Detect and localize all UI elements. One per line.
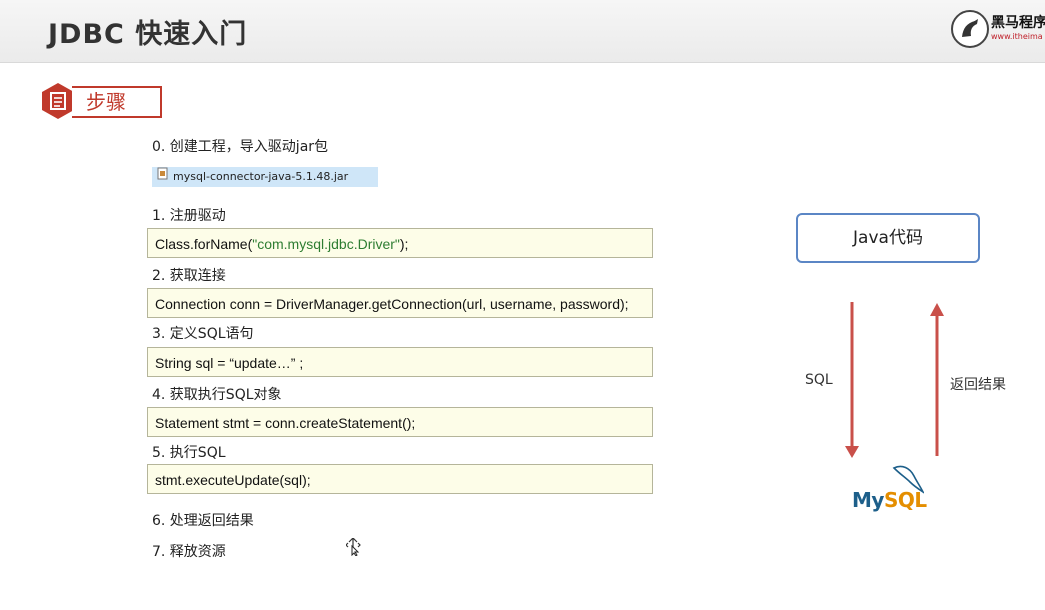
code-execute: stmt.executeUpdate(sql);: [147, 464, 653, 494]
code-register-string: "com.mysql.jdbc.Driver": [252, 236, 400, 252]
slide-header: JDBC 快速入门 黑马程序 www.itheima: [0, 0, 1045, 63]
java-code-box: Java代码: [796, 213, 980, 263]
code-register-suffix: );: [399, 236, 409, 252]
step-3: 3. 定义SQL语句: [152, 326, 254, 342]
result-arrow-label: 返回结果: [950, 377, 1006, 393]
document-icon: [42, 83, 74, 119]
step-7: 7. 释放资源: [152, 544, 226, 560]
code-register-driver: Class.forName("com.mysql.jdbc.Driver");: [147, 228, 653, 258]
brand-url: www.itheima: [991, 32, 1043, 41]
result-up-arrow: [930, 303, 944, 456]
step-1: 1. 注册驱动: [152, 208, 226, 224]
sql-down-arrow: [845, 302, 859, 458]
brand-logo: 黑马程序 www.itheima: [951, 8, 1045, 48]
jar-file-icon: [156, 167, 169, 188]
step-0: 0. 创建工程，导入驱动jar包: [152, 139, 329, 155]
slide-title: JDBC 快速入门: [48, 19, 248, 50]
step-2: 2. 获取连接: [152, 268, 226, 284]
step-4: 4. 获取执行SQL对象: [152, 387, 282, 403]
jar-file-name: mysql-connector-java-5.1.48.jar: [173, 170, 349, 183]
code-connection: Connection conn = DriverManager.getConne…: [147, 288, 653, 318]
steps-section-label: 步骤: [72, 86, 162, 118]
step-6: 6. 处理返回结果: [152, 513, 254, 529]
steps-section-badge: 步骤: [40, 82, 162, 120]
code-statement: Statement stmt = conn.createStatement();: [147, 407, 653, 437]
mysql-wordmark-sql: SQL: [883, 488, 927, 512]
horse-logo-icon: [951, 10, 989, 48]
code-sql: String sql = “update…” ;: [147, 347, 653, 377]
code-register-prefix: Class.forName(: [155, 236, 253, 252]
mysql-logo: MySQL: [852, 464, 932, 516]
move-cursor-icon: [345, 537, 362, 560]
jar-file-row: mysql-connector-java-5.1.48.jar: [152, 167, 378, 187]
step-5: 5. 执行SQL: [152, 445, 226, 461]
brand-name: 黑马程序: [991, 15, 1045, 31]
sql-arrow-label: SQL: [805, 372, 833, 388]
mysql-wordmark: MySQL: [852, 488, 927, 512]
request-response-arrows: [845, 302, 944, 458]
mysql-wordmark-my: My: [852, 488, 884, 512]
